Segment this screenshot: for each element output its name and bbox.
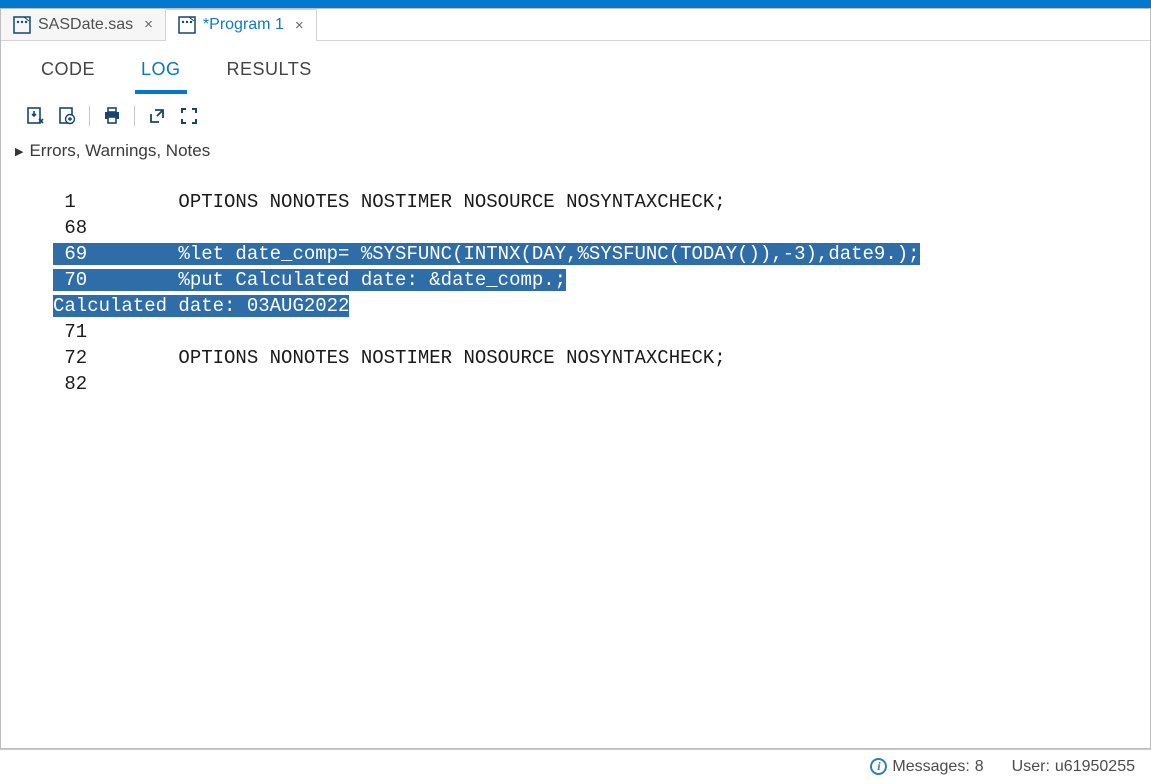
log-line: 82 bbox=[53, 371, 1098, 397]
file-tab-strip: SASDate.sas × *Program 1 × bbox=[1, 9, 1150, 41]
title-bar bbox=[0, 0, 1151, 8]
download-log-icon[interactable] bbox=[23, 105, 47, 127]
file-tab-sasdate[interactable]: SASDate.sas × bbox=[1, 9, 166, 40]
popout-icon[interactable] bbox=[145, 105, 169, 127]
info-icon: i bbox=[870, 758, 887, 775]
view-tab-strip: CODE LOG RESULTS bbox=[1, 41, 1150, 95]
log-line: 70 %put Calculated date: &date_comp.; bbox=[53, 267, 1098, 293]
log-line: 69 %let date_comp= %SYSFUNC(INTNX(DAY,%S… bbox=[53, 241, 1098, 267]
user-label: User: bbox=[1012, 758, 1050, 776]
log-line: 68 bbox=[53, 215, 1098, 241]
caret-right-icon: ▶ bbox=[15, 145, 23, 158]
view-tab-results[interactable]: RESULTS bbox=[221, 55, 318, 94]
close-icon[interactable]: × bbox=[140, 16, 153, 33]
file-tab-label: *Program 1 bbox=[203, 16, 284, 34]
status-bar: i Messages: 8 User: u61950255 bbox=[0, 749, 1151, 783]
log-line: Calculated date: 03AUG2022 bbox=[53, 293, 1098, 319]
file-tab-label: SASDate.sas bbox=[38, 16, 133, 34]
print-icon[interactable] bbox=[100, 105, 124, 127]
toolbar-divider bbox=[134, 106, 135, 126]
file-tab-program1[interactable]: *Program 1 × bbox=[166, 9, 317, 41]
log-output[interactable]: 1 OPTIONS NONOTES NOSTIMER NOSOURCE NOSY… bbox=[1, 171, 1150, 415]
view-tab-code[interactable]: CODE bbox=[35, 55, 101, 94]
collapse-label: Errors, Warnings, Notes bbox=[29, 141, 210, 161]
user-value: u61950255 bbox=[1055, 758, 1135, 776]
sas-file-icon bbox=[178, 16, 196, 34]
fullscreen-icon[interactable] bbox=[177, 105, 201, 127]
sas-file-icon bbox=[13, 16, 31, 34]
view-tab-log[interactable]: LOG bbox=[135, 55, 187, 94]
log-line: 72 OPTIONS NONOTES NOSTIMER NOSOURCE NOS… bbox=[53, 345, 1098, 371]
toolbar-divider bbox=[89, 106, 90, 126]
log-line: 1 OPTIONS NONOTES NOSTIMER NOSOURCE NOSY… bbox=[53, 189, 1098, 215]
messages-count: 8 bbox=[975, 758, 984, 776]
export-log-icon[interactable] bbox=[55, 105, 79, 127]
status-messages[interactable]: i Messages: 8 bbox=[870, 758, 983, 776]
status-user: User: u61950255 bbox=[1012, 758, 1135, 776]
log-line: 71 bbox=[53, 319, 1098, 345]
messages-label: Messages: bbox=[892, 758, 969, 776]
log-toolbar bbox=[1, 95, 1150, 137]
errors-warnings-notes-toggle[interactable]: ▶ Errors, Warnings, Notes bbox=[1, 137, 1150, 171]
close-icon[interactable]: × bbox=[291, 17, 304, 34]
editor-panel: SASDate.sas × *Program 1 × CODE LOG RESU… bbox=[0, 8, 1151, 749]
